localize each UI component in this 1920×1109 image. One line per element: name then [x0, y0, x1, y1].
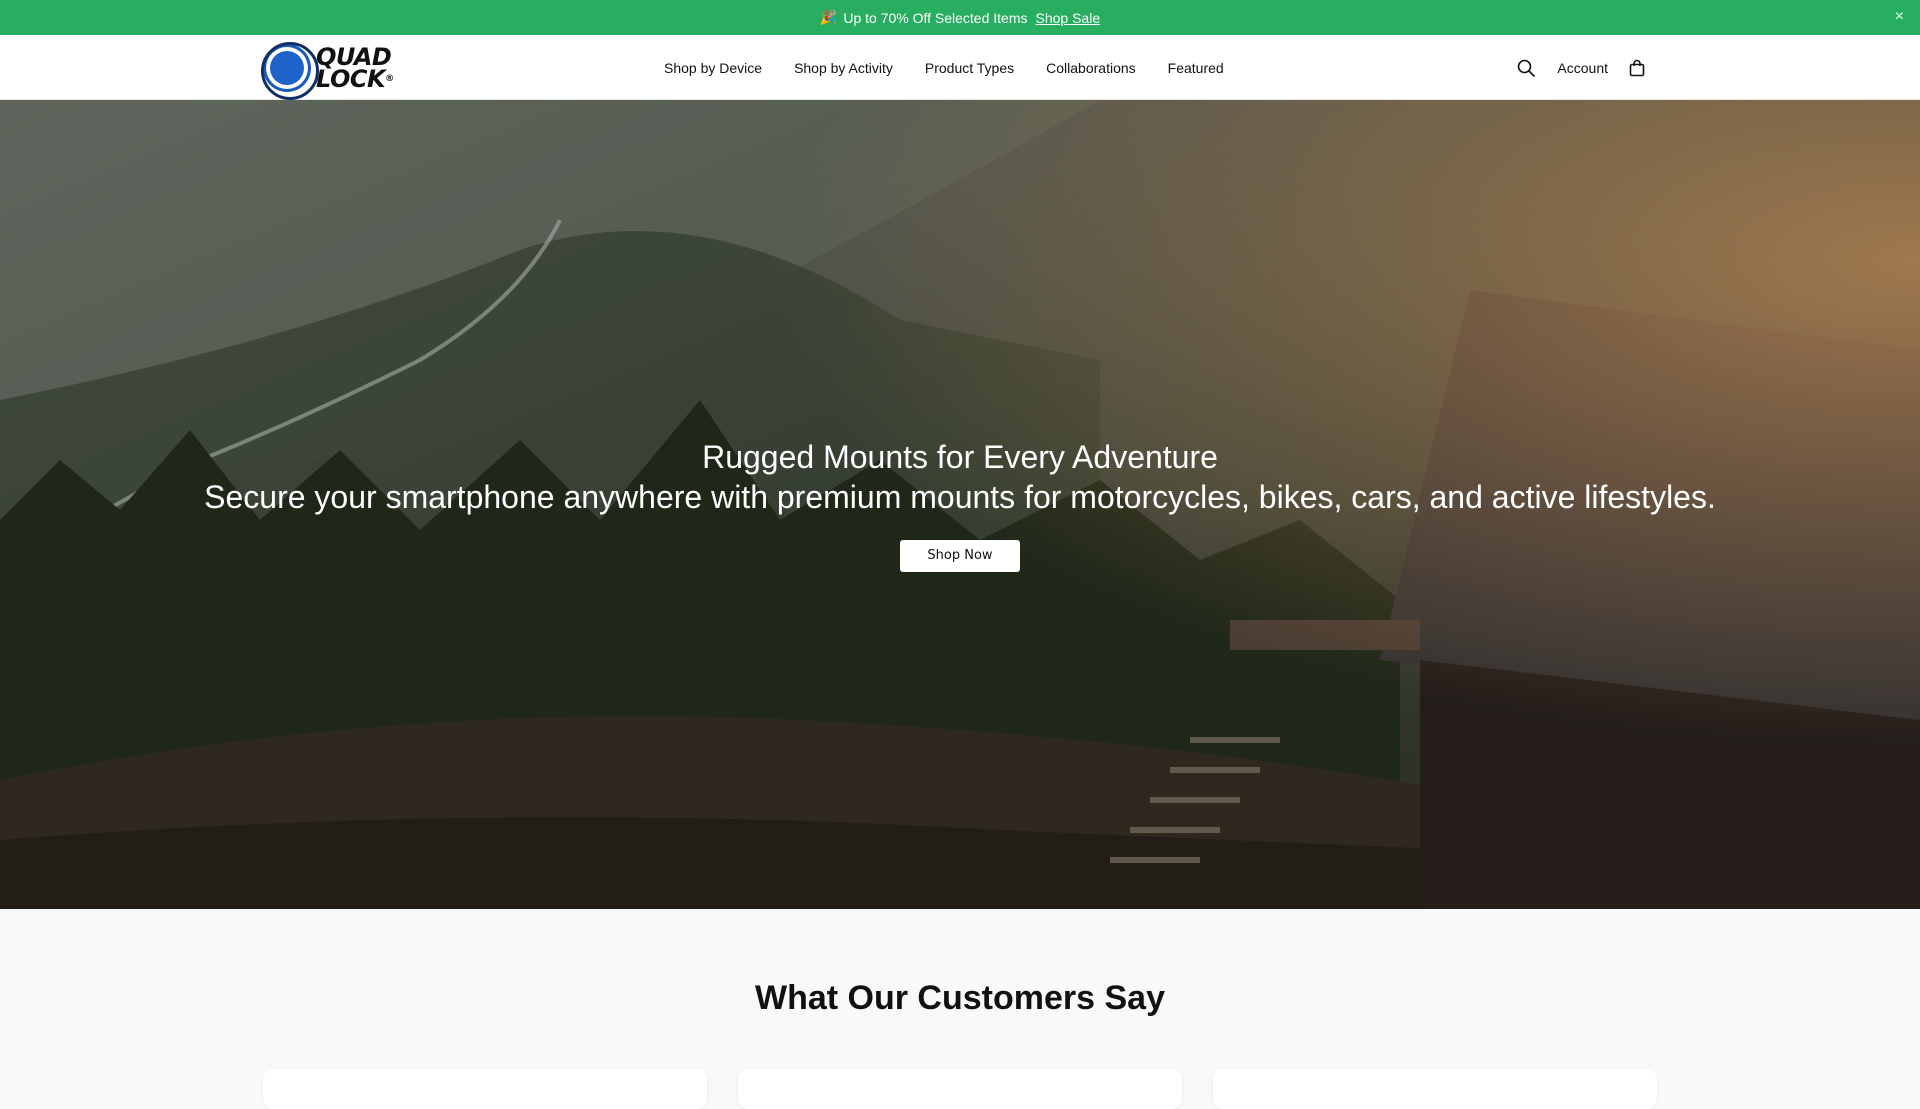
shop-now-button[interactable]: Shop Now [900, 540, 1020, 572]
shopping-bag-icon[interactable] [1626, 57, 1648, 79]
header-actions: Account [1515, 35, 1648, 100]
logo-mark [261, 42, 319, 100]
shop-sale-link[interactable]: Shop Sale [1036, 10, 1101, 26]
close-icon[interactable]: × [1895, 9, 1904, 25]
quad-lock-logo[interactable]: QUAD LOCK® [261, 42, 415, 100]
party-icon: 🎉 [819, 9, 838, 25]
site-header: QUAD LOCK® Shop by Device Shop by Activi… [0, 35, 1920, 100]
nav-shop-by-device[interactable]: Shop by Device [664, 60, 762, 76]
account-link[interactable]: Account [1557, 60, 1608, 76]
announcement-text: Up to 70% Off Selected Items [843, 9, 1028, 26]
hero-title: Rugged Mounts for Every Adventure [702, 439, 1218, 475]
testimonial-card [1213, 1069, 1657, 1109]
announcement-bar: 🎉 Up to 70% Off Selected Items Shop Sale… [0, 0, 1920, 35]
hero-subtitle: Secure your smartphone anywhere with pre… [204, 479, 1716, 515]
testimonial-card [263, 1069, 707, 1109]
testimonials-heading: What Our Customers Say [755, 979, 1165, 1017]
hero-banner: Rugged Mounts for Every Adventure Secure… [0, 100, 1920, 909]
testimonials-section: What Our Customers Say [0, 909, 1920, 1109]
nav-featured[interactable]: Featured [1168, 60, 1224, 76]
nav-shop-by-activity[interactable]: Shop by Activity [794, 60, 893, 76]
testimonial-card [738, 1069, 1182, 1109]
search-icon[interactable] [1515, 57, 1537, 79]
nav-product-types[interactable]: Product Types [925, 60, 1014, 76]
main-nav: Shop by Device Shop by Activity Product … [664, 35, 1224, 100]
hero-content: Rugged Mounts for Every Adventure Secure… [0, 437, 1920, 572]
logo-wordmark: QUAD LOCK® [316, 43, 394, 93]
nav-collaborations[interactable]: Collaborations [1046, 60, 1136, 76]
